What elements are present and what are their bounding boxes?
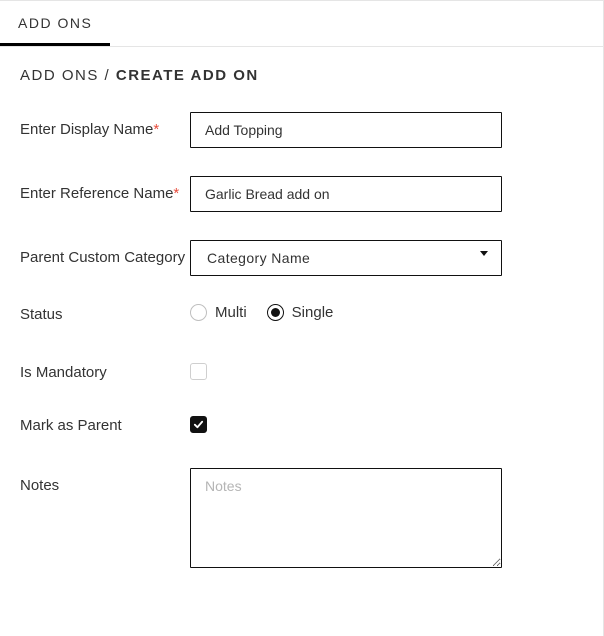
radio-label-single: Single	[292, 304, 334, 321]
status-radio-single[interactable]: Single	[267, 304, 334, 321]
breadcrumb-sep: /	[105, 67, 111, 84]
page-content: ADD ONS / CREATE ADD ON Enter Display Na…	[0, 47, 603, 621]
label-parent-category: Parent Custom Category	[20, 240, 190, 268]
parent-checkbox[interactable]	[190, 416, 207, 433]
breadcrumb-current: CREATE ADD ON	[116, 67, 259, 84]
mandatory-checkbox[interactable]	[190, 363, 207, 380]
label-mark-as-parent: Mark as Parent	[20, 416, 190, 436]
radio-icon	[267, 304, 284, 321]
label-notes: Notes	[20, 468, 190, 496]
status-radio-group: Multi Single	[190, 304, 502, 321]
required-mark: *	[153, 121, 159, 138]
label-is-mandatory: Is Mandatory	[20, 363, 190, 383]
label-status: Status	[20, 304, 190, 325]
display-name-input[interactable]	[190, 112, 502, 148]
label-reference-name: Enter Reference Name*	[20, 176, 190, 204]
parent-category-select[interactable]: Category Name	[190, 240, 502, 276]
required-mark: *	[173, 185, 179, 202]
tab-add-ons[interactable]: ADD ONS	[0, 1, 110, 46]
tab-bar: ADD ONS	[0, 1, 603, 47]
notes-textarea[interactable]	[190, 468, 502, 568]
reference-name-input[interactable]	[190, 176, 502, 212]
radio-icon	[190, 304, 207, 321]
radio-label-multi: Multi	[215, 304, 247, 321]
breadcrumb: ADD ONS / CREATE ADD ON	[20, 67, 583, 84]
label-display-name: Enter Display Name*	[20, 112, 190, 140]
status-radio-multi[interactable]: Multi	[190, 304, 247, 321]
check-icon	[193, 419, 204, 430]
breadcrumb-parent[interactable]: ADD ONS	[20, 67, 99, 84]
